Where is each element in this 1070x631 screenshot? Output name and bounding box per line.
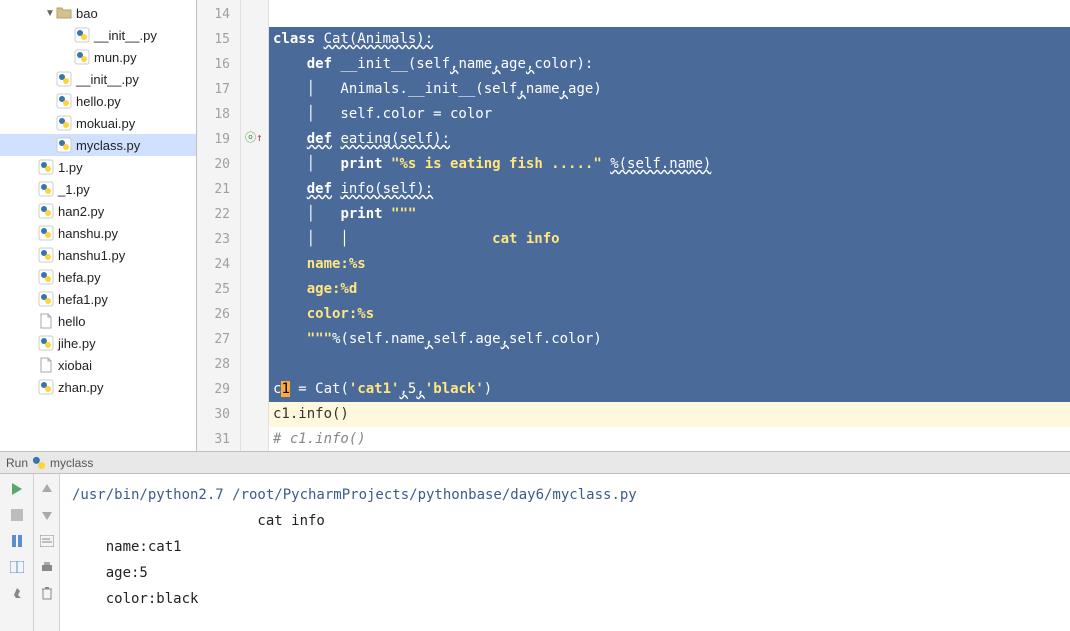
file-icon (38, 357, 54, 373)
py-icon (38, 159, 54, 175)
trash-button[interactable] (38, 584, 56, 602)
code-line-17[interactable]: │ Animals.__init__(self,name,age) (269, 77, 1070, 102)
tree-item---init---py[interactable]: __init__.py (0, 68, 196, 90)
py-icon (38, 247, 54, 263)
rerun-button[interactable] (8, 480, 26, 498)
run-tool-header[interactable]: Run myclass (0, 452, 1070, 474)
py-icon (38, 181, 54, 197)
tree-item-label: mokuai.py (76, 116, 135, 131)
code-line-22[interactable]: │ print """ (269, 202, 1070, 227)
tree-item-1-py[interactable]: 1.py (0, 156, 196, 178)
tree-item-label: hanshu1.py (58, 248, 125, 263)
tree-item-han2-py[interactable]: han2.py (0, 200, 196, 222)
py-icon (38, 269, 54, 285)
python-icon (32, 456, 46, 470)
folder-icon (56, 5, 72, 21)
stop-button[interactable] (8, 506, 26, 524)
layout-button[interactable] (8, 558, 26, 576)
tree-item---init---py[interactable]: __init__.py (0, 24, 196, 46)
tree-item-mokuai-py[interactable]: mokuai.py (0, 112, 196, 134)
tree-item-label: mun.py (94, 50, 137, 65)
run-toolbar-primary (0, 474, 34, 631)
tree-item-xiobai[interactable]: xiobai (0, 354, 196, 376)
run-label: Run (6, 456, 28, 470)
tree-item-label: bao (76, 6, 98, 21)
code-line-31[interactable]: # c1.info() (269, 427, 1070, 452)
run-config-name: myclass (50, 456, 93, 470)
py-icon (56, 115, 72, 131)
project-tree[interactable]: ▼ bao __init__.py mun.py __init__.py hello.py… (0, 0, 197, 451)
print-button[interactable] (38, 558, 56, 576)
tree-item-myclass-py[interactable]: myclass.py (0, 134, 196, 156)
console-output[interactable]: /usr/bin/python2.7 /root/PycharmProjects… (60, 474, 1070, 631)
tree-item-label: hefa.py (58, 270, 101, 285)
tree-item-label: _1.py (58, 182, 90, 197)
tree-item-label: hello (58, 314, 85, 329)
tree-item-mun-py[interactable]: mun.py (0, 46, 196, 68)
py-icon (38, 291, 54, 307)
pin-button[interactable] (8, 584, 26, 602)
down-button[interactable] (38, 506, 56, 524)
console-stdout: cat info name:cat1 age:5 color:black (72, 513, 325, 607)
tree-item-hello-py[interactable]: hello.py (0, 90, 196, 112)
console-command: /usr/bin/python2.7 /root/PycharmProjects… (72, 487, 637, 503)
tree-item--1-py[interactable]: _1.py (0, 178, 196, 200)
tree-item-label: hello.py (76, 94, 121, 109)
tree-item-label: hanshu.py (58, 226, 118, 241)
tree-item-label: jihe.py (58, 336, 96, 351)
tree-item-label: hefa1.py (58, 292, 108, 307)
tree-item-hanshu-py[interactable]: hanshu.py (0, 222, 196, 244)
code-line-16[interactable]: def __init__(self,name,age,color): (269, 52, 1070, 77)
code-area[interactable]: class Cat(Animals): def __init__(self,na… (269, 0, 1070, 451)
tree-item-label: 1.py (58, 160, 83, 175)
code-editor[interactable]: 141516171819202122232425262728293031 ⓞ↑ … (197, 0, 1070, 451)
code-line-30[interactable]: c1.info() (269, 402, 1070, 427)
code-line-15[interactable]: class Cat(Animals): (269, 27, 1070, 52)
code-line-27[interactable]: """%(self.name,self.age,self.color) (269, 327, 1070, 352)
tree-item-hanshu1-py[interactable]: hanshu1.py (0, 244, 196, 266)
tree-item-zhan-py[interactable]: zhan.py (0, 376, 196, 398)
code-line-24[interactable]: name:%s (269, 252, 1070, 277)
tree-item-label: myclass.py (76, 138, 140, 153)
tree-item-label: __init__.py (94, 28, 157, 43)
py-icon (38, 225, 54, 241)
tree-item-label: han2.py (58, 204, 104, 219)
marker-gutter: ⓞ↑ (241, 0, 269, 451)
py-icon (74, 27, 90, 43)
code-line-25[interactable]: age:%d (269, 277, 1070, 302)
file-icon (38, 313, 54, 329)
py-icon (38, 203, 54, 219)
tree-item-label: zhan.py (58, 380, 104, 395)
tree-item-label: xiobai (58, 358, 92, 373)
code-line-29[interactable]: c1 = Cat('cat1',5,'black') (269, 377, 1070, 402)
tree-arrow-icon: ▼ (44, 8, 56, 19)
py-icon (38, 335, 54, 351)
override-marker-icon[interactable]: ⓞ↑ (245, 129, 263, 145)
tree-item-jihe-py[interactable]: jihe.py (0, 332, 196, 354)
py-icon (56, 137, 72, 153)
code-line-18[interactable]: │ self.color = color (269, 102, 1070, 127)
up-button[interactable] (38, 480, 56, 498)
code-line-28[interactable] (269, 352, 1070, 377)
tree-item-bao[interactable]: ▼ bao (0, 2, 196, 24)
code-line-21[interactable]: def info(self): (269, 177, 1070, 202)
run-panel: /usr/bin/python2.7 /root/PycharmProjects… (0, 474, 1070, 631)
py-icon (74, 49, 90, 65)
py-icon (38, 379, 54, 395)
tree-item-label: __init__.py (76, 72, 139, 87)
wrap-button[interactable] (38, 532, 56, 550)
py-icon (56, 93, 72, 109)
tree-item-hefa-py[interactable]: hefa.py (0, 266, 196, 288)
tree-item-hefa1-py[interactable]: hefa1.py (0, 288, 196, 310)
line-number-gutter: 141516171819202122232425262728293031 (197, 0, 241, 451)
py-icon (56, 71, 72, 87)
pause-button[interactable] (8, 532, 26, 550)
code-line-20[interactable]: │ print "%s is eating fish ....." %(self… (269, 152, 1070, 177)
code-line-23[interactable]: │ │ cat info (269, 227, 1070, 252)
code-line-14[interactable] (269, 2, 1070, 27)
tree-item-hello[interactable]: hello (0, 310, 196, 332)
code-line-26[interactable]: color:%s (269, 302, 1070, 327)
run-toolbar-secondary (34, 474, 60, 631)
code-line-19[interactable]: def eating(self): (269, 127, 1070, 152)
